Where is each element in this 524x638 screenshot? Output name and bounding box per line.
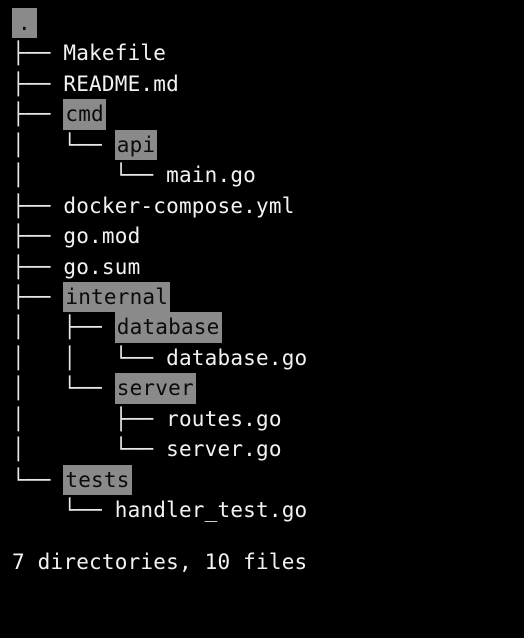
tree-line: ├── cmd <box>12 99 512 129</box>
directory-name: internal <box>63 282 170 312</box>
tree-branch-prefix: │ └── <box>12 376 115 400</box>
tree-branch-prefix: │ └── <box>12 133 115 157</box>
file-name: server.go <box>166 437 282 461</box>
tree-branch-prefix: └── <box>12 498 115 522</box>
tree-line: │ └── server.go <box>12 434 512 464</box>
file-name: routes.go <box>166 407 282 431</box>
tree-root: . <box>12 8 512 38</box>
tree-line: │ │ └── database.go <box>12 343 512 373</box>
tree-line: │ └── api <box>12 130 512 160</box>
tree-line: └── handler_test.go <box>12 495 512 525</box>
file-name: go.mod <box>63 224 140 248</box>
tree-branch-prefix: ├── <box>12 285 63 309</box>
directory-tree: ├── Makefile├── README.md├── cmd│ └── ap… <box>12 38 512 525</box>
tree-branch-prefix: ├── <box>12 194 63 218</box>
tree-line: ├── go.sum <box>12 252 512 282</box>
directory-name: api <box>115 130 158 160</box>
directory-name: cmd <box>63 99 106 129</box>
tree-branch-prefix: │ ├── <box>12 407 166 431</box>
root-dot: . <box>12 8 37 38</box>
tree-branch-prefix: ├── <box>12 102 63 126</box>
tree-line: ├── go.mod <box>12 221 512 251</box>
tree-line: ├── docker-compose.yml <box>12 191 512 221</box>
tree-branch-prefix: ├── <box>12 224 63 248</box>
file-name: README.md <box>63 72 179 96</box>
tree-line: ├── internal <box>12 282 512 312</box>
tree-branch-prefix: │ │ └── <box>12 346 166 370</box>
tree-line: │ └── server <box>12 373 512 403</box>
file-name: docker-compose.yml <box>63 194 294 218</box>
directory-name: tests <box>63 465 131 495</box>
tree-line: │ ├── routes.go <box>12 404 512 434</box>
file-name: go.sum <box>63 255 140 279</box>
tree-branch-prefix: ├── <box>12 41 63 65</box>
tree-line: ├── Makefile <box>12 38 512 68</box>
tree-line: │ ├── database <box>12 312 512 342</box>
directory-name: database <box>115 312 222 342</box>
tree-branch-prefix: ├── <box>12 72 63 96</box>
file-name: handler_test.go <box>115 498 308 522</box>
tree-branch-prefix: └── <box>12 468 63 492</box>
tree-branch-prefix: │ └── <box>12 437 166 461</box>
tree-line: ├── README.md <box>12 69 512 99</box>
tree-summary: 7 directories, 10 files <box>12 547 512 577</box>
tree-line: │ └── main.go <box>12 160 512 190</box>
file-name: main.go <box>166 163 256 187</box>
tree-branch-prefix: │ └── <box>12 163 166 187</box>
file-name: Makefile <box>63 41 166 65</box>
tree-branch-prefix: │ ├── <box>12 315 115 339</box>
file-name: database.go <box>166 346 307 370</box>
directory-name: server <box>115 373 196 403</box>
tree-branch-prefix: ├── <box>12 255 63 279</box>
tree-line: └── tests <box>12 465 512 495</box>
